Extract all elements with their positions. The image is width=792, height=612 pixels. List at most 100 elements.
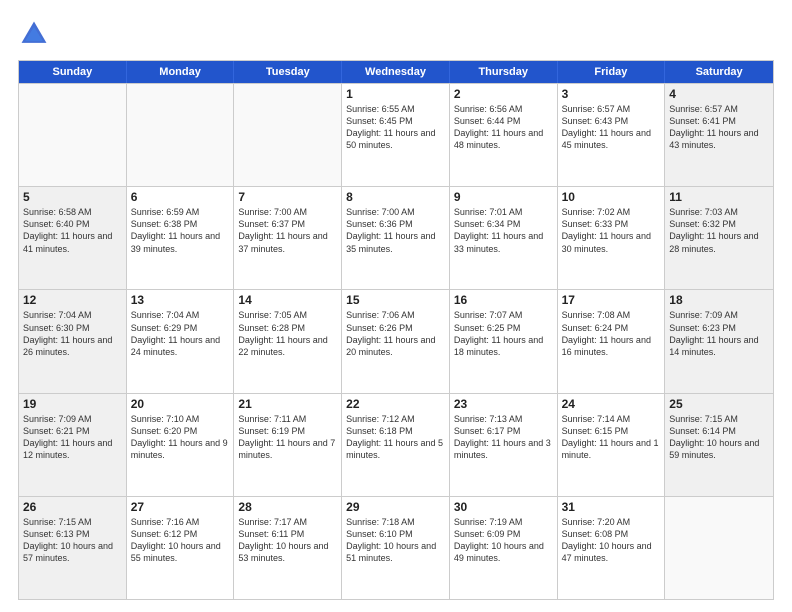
day-cell-3: 3 Sunrise: 6:57 AM Sunset: 6:43 PM Daylig… [558,84,666,186]
logo [18,18,54,50]
day-number: 4 [669,87,769,101]
day-cell-15: 15 Sunrise: 7:06 AM Sunset: 6:26 PM Dayli… [342,290,450,392]
day-cell-25: 25Sunrise: 7:15 AM Sunset: 6:14 PM Dayli… [665,394,773,496]
day-number: 12 [23,293,122,307]
day-number: 28 [238,500,337,514]
calendar-row-2: 12 Sunrise: 7:04 AM Sunset: 6:30 PM Dayli… [19,289,773,392]
calendar-header: SundayMondayTuesdayWednesdayThursdayFrid… [19,61,773,83]
day-cell-24: 24Sunrise: 7:14 AM Sunset: 6:15 PM Dayli… [558,394,666,496]
day-cell-19: 19 Sunrise: 7:09 AM Sunset: 6:21 PM Dayli… [19,394,127,496]
day-number: 15 [346,293,445,307]
day-cell-11: 11Sunrise: 7:03 AM Sunset: 6:32 PM Dayli… [665,187,773,289]
empty-cell-4-6 [665,497,773,599]
day-info: Sunrise: 7:11 AM Sunset: 6:19 PM Dayligh… [238,413,337,462]
day-cell-13: 13 Sunrise: 7:04 AM Sunset: 6:29 PM Dayli… [127,290,235,392]
day-info: Sunrise: 6:55 AM Sunset: 6:45 PM Dayligh… [346,103,445,152]
day-info: Sunrise: 7:15 AM Sunset: 6:13 PM Dayligh… [23,516,122,565]
calendar-body: 1 Sunrise: 6:55 AM Sunset: 6:45 PM Daylig… [19,83,773,599]
day-number: 2 [454,87,553,101]
day-number: 1 [346,87,445,101]
day-info: Sunrise: 7:13 AM Sunset: 6:17 PM Dayligh… [454,413,553,462]
day-number: 17 [562,293,661,307]
day-cell-12: 12 Sunrise: 7:04 AM Sunset: 6:30 PM Dayli… [19,290,127,392]
day-cell-31: 31Sunrise: 7:20 AM Sunset: 6:08 PM Dayli… [558,497,666,599]
day-number: 8 [346,190,445,204]
day-cell-22: 22 Sunrise: 7:12 AM Sunset: 6:18 PM Dayli… [342,394,450,496]
day-number: 19 [23,397,122,411]
day-info: Sunrise: 7:18 AM Sunset: 6:10 PM Dayligh… [346,516,445,565]
day-info: Sunrise: 7:09 AM Sunset: 6:21 PM Dayligh… [23,413,122,462]
day-number: 3 [562,87,661,101]
day-cell-21: 21Sunrise: 7:11 AM Sunset: 6:19 PM Dayli… [234,394,342,496]
weekday-header-wednesday: Wednesday [342,61,450,83]
day-number: 13 [131,293,230,307]
day-info: Sunrise: 7:09 AM Sunset: 6:23 PM Dayligh… [669,309,769,358]
day-info: Sunrise: 6:57 AM Sunset: 6:41 PM Dayligh… [669,103,769,152]
calendar: SundayMondayTuesdayWednesdayThursdayFrid… [18,60,774,600]
day-info: Sunrise: 7:05 AM Sunset: 6:28 PM Dayligh… [238,309,337,358]
day-cell-8: 8 Sunrise: 7:00 AM Sunset: 6:36 PM Daylig… [342,187,450,289]
day-cell-28: 28 Sunrise: 7:17 AM Sunset: 6:11 PM Dayli… [234,497,342,599]
day-cell-29: 29 Sunrise: 7:18 AM Sunset: 6:10 PM Dayli… [342,497,450,599]
day-cell-26: 26Sunrise: 7:15 AM Sunset: 6:13 PM Dayli… [19,497,127,599]
day-cell-23: 23 Sunrise: 7:13 AM Sunset: 6:17 PM Dayli… [450,394,558,496]
day-info: Sunrise: 7:14 AM Sunset: 6:15 PM Dayligh… [562,413,661,462]
day-info: Sunrise: 7:04 AM Sunset: 6:29 PM Dayligh… [131,309,230,358]
day-cell-27: 27 Sunrise: 7:16 AM Sunset: 6:12 PM Dayli… [127,497,235,599]
day-cell-18: 18 Sunrise: 7:09 AM Sunset: 6:23 PM Dayli… [665,290,773,392]
day-info: Sunrise: 7:19 AM Sunset: 6:09 PM Dayligh… [454,516,553,565]
day-number: 7 [238,190,337,204]
day-info: Sunrise: 6:58 AM Sunset: 6:40 PM Dayligh… [23,206,122,255]
day-info: Sunrise: 7:02 AM Sunset: 6:33 PM Dayligh… [562,206,661,255]
day-info: Sunrise: 7:16 AM Sunset: 6:12 PM Dayligh… [131,516,230,565]
day-number: 23 [454,397,553,411]
weekday-header-sunday: Sunday [19,61,127,83]
day-number: 9 [454,190,553,204]
day-info: Sunrise: 6:59 AM Sunset: 6:38 PM Dayligh… [131,206,230,255]
day-cell-1: 1 Sunrise: 6:55 AM Sunset: 6:45 PM Daylig… [342,84,450,186]
weekday-header-tuesday: Tuesday [234,61,342,83]
weekday-header-monday: Monday [127,61,235,83]
day-info: Sunrise: 7:07 AM Sunset: 6:25 PM Dayligh… [454,309,553,358]
day-info: Sunrise: 7:00 AM Sunset: 6:36 PM Dayligh… [346,206,445,255]
day-cell-5: 5Sunrise: 6:58 AM Sunset: 6:40 PM Daylig… [19,187,127,289]
day-info: Sunrise: 7:06 AM Sunset: 6:26 PM Dayligh… [346,309,445,358]
day-cell-30: 30 Sunrise: 7:19 AM Sunset: 6:09 PM Dayli… [450,497,558,599]
day-info: Sunrise: 7:04 AM Sunset: 6:30 PM Dayligh… [23,309,122,358]
day-cell-9: 9 Sunrise: 7:01 AM Sunset: 6:34 PM Daylig… [450,187,558,289]
day-number: 29 [346,500,445,514]
day-number: 27 [131,500,230,514]
day-cell-14: 14Sunrise: 7:05 AM Sunset: 6:28 PM Dayli… [234,290,342,392]
calendar-row-1: 5Sunrise: 6:58 AM Sunset: 6:40 PM Daylig… [19,186,773,289]
day-info: Sunrise: 7:00 AM Sunset: 6:37 PM Dayligh… [238,206,337,255]
day-number: 30 [454,500,553,514]
day-number: 16 [454,293,553,307]
day-info: Sunrise: 7:03 AM Sunset: 6:32 PM Dayligh… [669,206,769,255]
day-cell-10: 10 Sunrise: 7:02 AM Sunset: 6:33 PM Dayli… [558,187,666,289]
day-number: 22 [346,397,445,411]
day-cell-17: 17 Sunrise: 7:08 AM Sunset: 6:24 PM Dayli… [558,290,666,392]
logo-icon [18,18,50,50]
day-cell-20: 20Sunrise: 7:10 AM Sunset: 6:20 PM Dayli… [127,394,235,496]
header [18,18,774,50]
day-info: Sunrise: 7:01 AM Sunset: 6:34 PM Dayligh… [454,206,553,255]
empty-cell-0-1 [127,84,235,186]
day-number: 6 [131,190,230,204]
day-info: Sunrise: 7:17 AM Sunset: 6:11 PM Dayligh… [238,516,337,565]
day-number: 18 [669,293,769,307]
empty-cell-0-0 [19,84,127,186]
day-number: 31 [562,500,661,514]
day-info: Sunrise: 6:57 AM Sunset: 6:43 PM Dayligh… [562,103,661,152]
weekday-header-thursday: Thursday [450,61,558,83]
calendar-row-0: 1 Sunrise: 6:55 AM Sunset: 6:45 PM Daylig… [19,83,773,186]
day-cell-2: 2Sunrise: 6:56 AM Sunset: 6:44 PM Daylig… [450,84,558,186]
day-cell-7: 7 Sunrise: 7:00 AM Sunset: 6:37 PM Daylig… [234,187,342,289]
day-number: 10 [562,190,661,204]
day-info: Sunrise: 7:08 AM Sunset: 6:24 PM Dayligh… [562,309,661,358]
empty-cell-0-2 [234,84,342,186]
day-info: Sunrise: 7:10 AM Sunset: 6:20 PM Dayligh… [131,413,230,462]
day-cell-6: 6 Sunrise: 6:59 AM Sunset: 6:38 PM Daylig… [127,187,235,289]
day-cell-4: 4 Sunrise: 6:57 AM Sunset: 6:41 PM Daylig… [665,84,773,186]
day-info: Sunrise: 7:12 AM Sunset: 6:18 PM Dayligh… [346,413,445,462]
calendar-row-4: 26Sunrise: 7:15 AM Sunset: 6:13 PM Dayli… [19,496,773,599]
